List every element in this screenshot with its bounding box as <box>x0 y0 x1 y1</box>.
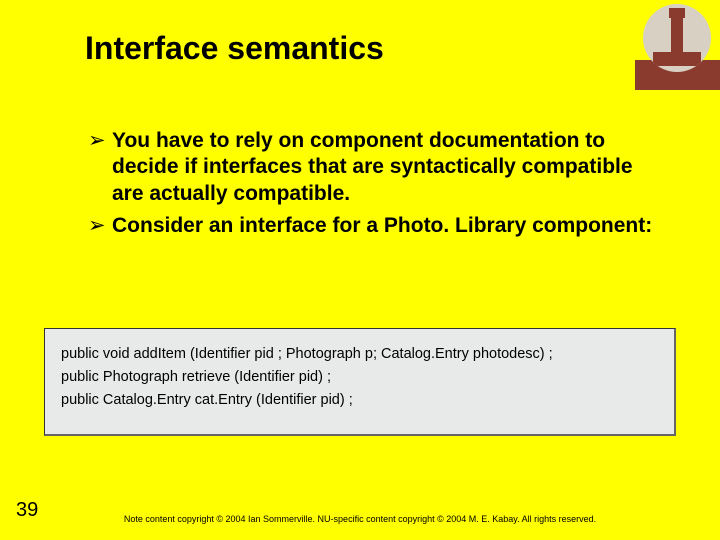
code-line: public Photograph retrieve (Identifier p… <box>61 366 664 389</box>
code-line: public Catalog.Entry cat.Entry (Identifi… <box>61 389 664 412</box>
bullet-text: You have to rely on component documentat… <box>112 129 633 205</box>
slide: Interface semantics ➢ You have to rely o… <box>0 0 720 540</box>
code-box: public void addItem (Identifier pid ; Ph… <box>44 328 676 436</box>
copyright-footer: Note content copyright © 2004 Ian Sommer… <box>0 514 720 524</box>
bullet-text: Consider an interface for a Photo. Libra… <box>112 214 652 237</box>
triangle-bullet-icon: ➢ <box>88 213 106 239</box>
bullet-list: ➢ You have to rely on component document… <box>88 128 660 245</box>
bullet-item: ➢ You have to rely on component document… <box>88 128 660 207</box>
bullet-item: ➢ Consider an interface for a Photo. Lib… <box>88 213 660 239</box>
code-line: public void addItem (Identifier pid ; Ph… <box>61 343 664 366</box>
triangle-bullet-icon: ➢ <box>88 128 106 154</box>
slide-title: Interface semantics <box>85 30 384 67</box>
institution-logo <box>635 0 720 90</box>
